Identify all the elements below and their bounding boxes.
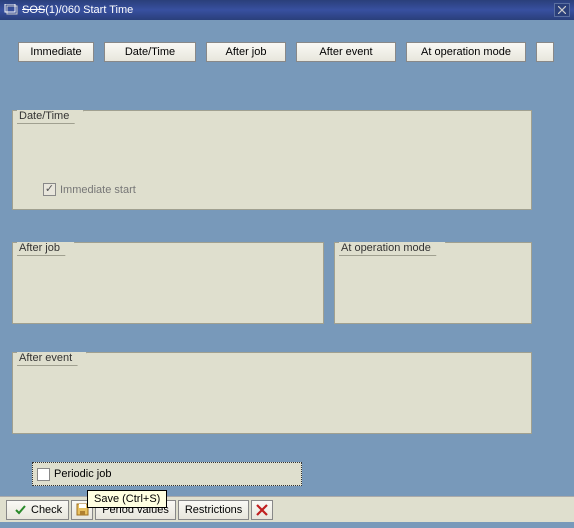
check-button[interactable]: Check: [6, 500, 69, 520]
immediate-button[interactable]: Immediate: [18, 42, 94, 62]
checkbox-icon: [43, 183, 56, 196]
cancel-icon: [255, 503, 269, 517]
title-bar: SOS(1)/060 Start Time: [0, 0, 574, 20]
after-job-button[interactable]: After job: [206, 42, 286, 62]
system-menu-icon[interactable]: [4, 3, 18, 17]
date-time-group-label: Date/Time: [17, 110, 84, 124]
at-operation-mode-group-label: At operation mode: [339, 242, 446, 256]
date-time-button[interactable]: Date/Time: [104, 42, 196, 62]
more-button[interactable]: [536, 42, 554, 62]
at-operation-mode-group: At operation mode: [334, 242, 532, 324]
after-event-button[interactable]: After event: [296, 42, 396, 62]
immediate-start-label: Immediate start: [60, 184, 136, 196]
restrictions-button[interactable]: Restrictions: [178, 500, 249, 520]
after-event-group: After event: [12, 352, 532, 434]
after-job-group-label: After job: [17, 242, 75, 256]
after-job-group: After job: [12, 242, 324, 324]
window-title: SOS(1)/060 Start Time: [22, 4, 552, 16]
periodic-job-row: Periodic job: [32, 462, 302, 486]
check-button-label: Check: [31, 504, 62, 516]
cancel-button[interactable]: [251, 500, 273, 520]
periodic-job-label: Periodic job: [54, 468, 111, 480]
after-event-group-label: After event: [17, 352, 87, 366]
checkbox-icon: [37, 468, 50, 481]
date-time-group: Date/Time Immediate start: [12, 110, 532, 210]
dialog-body: Immediate Date/Time After job After even…: [0, 20, 574, 508]
periodic-job-checkbox[interactable]: Periodic job: [37, 468, 111, 481]
start-condition-buttons: Immediate Date/Time After job After even…: [0, 20, 574, 76]
immediate-start-checkbox: Immediate start: [43, 183, 136, 196]
close-window-button[interactable]: [554, 3, 570, 17]
check-icon: [13, 503, 27, 517]
at-operation-mode-button[interactable]: At operation mode: [406, 42, 526, 62]
save-tooltip: Save (Ctrl+S): [87, 490, 167, 508]
